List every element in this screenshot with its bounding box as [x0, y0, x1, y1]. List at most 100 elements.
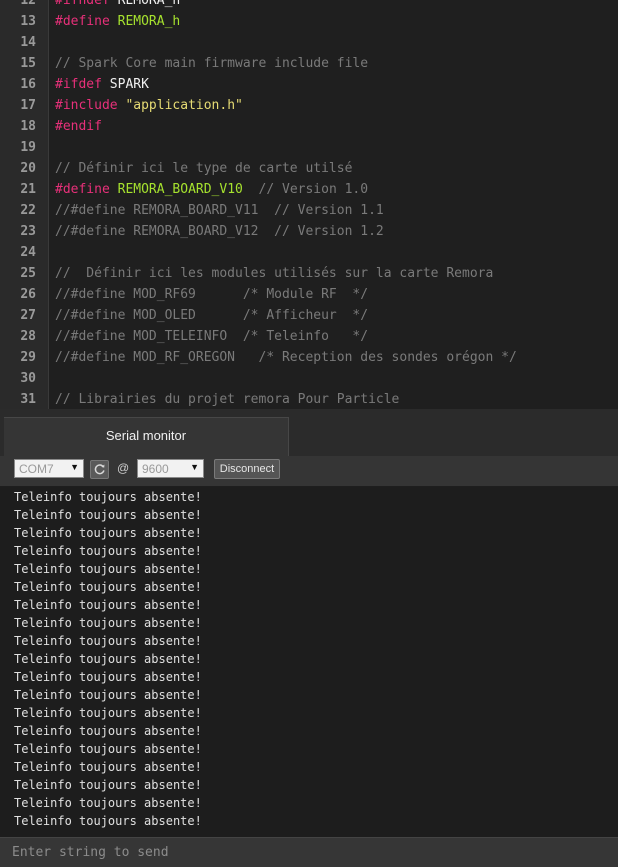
code-text: // Définir ici le type de carte utilsé [55, 158, 352, 179]
code-line: 29 //#define MOD_RF_OREGON /* Reception d… [0, 347, 618, 368]
code-text: // Définir ici les modules utilisés sur … [55, 263, 493, 284]
line-number: 26 [20, 287, 36, 302]
tab-strip: Serial monitor [0, 409, 618, 457]
code-text: //#define MOD_TELEINFO /* Teleinfo */ [55, 326, 368, 347]
output-line: Teleinfo toujours absente! [14, 706, 202, 720]
refresh-ports-button[interactable] [90, 460, 109, 479]
code-line: 19 [0, 137, 618, 158]
code-token: REMORA_h [117, 14, 181, 29]
line-number: 13 [20, 14, 36, 29]
send-string-input[interactable] [0, 837, 618, 867]
output-line: Teleinfo toujours absente! [14, 742, 202, 756]
code-editor[interactable]: 12 #ifndef REMORA_h 13 #define REMORA_h 14 15… [0, 0, 618, 409]
line-number: 25 [20, 266, 36, 281]
output-line: Teleinfo toujours absente! [14, 544, 202, 558]
output-line: Teleinfo toujours absente! [14, 670, 202, 684]
line-number: 31 [20, 392, 36, 407]
line-number: 14 [20, 35, 36, 50]
code-token: // Spark Core main firmware include file [55, 56, 369, 71]
code-token: //#define MOD_TELEINFO /* Teleinfo */ [55, 329, 369, 344]
port-select[interactable]: COM7 ▼ [14, 459, 84, 478]
port-value: COM7 [19, 462, 54, 476]
code-text: #ifdef SPARK [55, 74, 149, 95]
code-text: #endif [55, 116, 102, 137]
code-line: 20 // Définir ici le type de carte utilsé [0, 158, 618, 179]
code-token: // Version 1.0 [242, 182, 369, 197]
line-number: 18 [20, 119, 36, 134]
output-line: Teleinfo toujours absente! [14, 508, 202, 522]
code-line: 27 //#define MOD_OLED /* Afficheur */ [0, 305, 618, 326]
code-line: 13 #define REMORA_h [0, 11, 618, 32]
output-line: Teleinfo toujours absente! [14, 652, 202, 666]
code-line: 23 //#define REMORA_BOARD_V12 // Version … [0, 221, 618, 242]
serial-toolbar: COM7 ▼ @ 9600 ▼ Disconnect [0, 456, 618, 487]
dropdown-arrow-icon: ▼ [190, 462, 199, 472]
code-token: SPARK [101, 77, 149, 92]
code-token: // Librairies du projet remora Pour Part… [55, 392, 400, 407]
output-line: Teleinfo toujours absente! [14, 814, 202, 828]
baud-value: 9600 [142, 462, 169, 476]
code-line: 26 //#define MOD_RF69 /* Module RF */ [0, 284, 618, 305]
code-token: #ifndef [55, 0, 110, 8]
line-number: 19 [20, 140, 36, 155]
code-line: 24 [0, 242, 618, 263]
code-text: #ifndef REMORA_h [55, 0, 180, 11]
line-number: 22 [20, 203, 36, 218]
code-lines: 12 #ifndef REMORA_h 13 #define REMORA_h 14 15… [0, 0, 618, 409]
code-token: //#define MOD_RF69 /* Module RF */ [55, 287, 369, 302]
code-token: "application.h" [125, 98, 243, 113]
output-line: Teleinfo toujours absente! [14, 490, 202, 504]
line-number: 17 [20, 98, 36, 113]
code-line: 21 #define REMORA_BOARD_V10 // Version 1.… [0, 179, 618, 200]
code-line: 31 // Librairies du projet remora Pour Pa… [0, 389, 618, 409]
code-text: #define REMORA_BOARD_V10 // Version 1.0 [55, 179, 368, 200]
tab-serial-monitor[interactable]: Serial monitor [4, 417, 289, 457]
code-text: //#define MOD_OLED /* Afficheur */ [55, 305, 368, 326]
code-token: //#define REMORA_BOARD_V11 // Version 1.… [55, 203, 384, 218]
code-text: //#define MOD_RF_OREGON /* Reception des… [55, 347, 517, 368]
serial-monitor-panel: Serial monitor COM7 ▼ @ 9600 ▼ Disconnec… [0, 409, 618, 867]
code-token: //#define MOD_OLED /* Afficheur */ [55, 308, 369, 323]
output-line: Teleinfo toujours absente! [14, 562, 202, 576]
line-number: 28 [20, 329, 36, 344]
code-token: #endif [55, 119, 102, 134]
output-line: Teleinfo toujours absente! [14, 688, 202, 702]
code-line: 30 [0, 368, 618, 389]
serial-output[interactable]: Teleinfo toujours absente! Teleinfo toujo… [0, 487, 618, 837]
output-line: Teleinfo toujours absente! [14, 778, 202, 792]
output-line: Teleinfo toujours absente! [14, 598, 202, 612]
code-text: //#define REMORA_BOARD_V12 // Version 1.… [55, 221, 384, 242]
code-token: REMORA_h [117, 0, 181, 8]
code-line: 16 #ifdef SPARK [0, 74, 618, 95]
code-line: 25 // Définir ici les modules utilisés su… [0, 263, 618, 284]
output-line: Teleinfo toujours absente! [14, 634, 202, 648]
code-token: //#define MOD_RF_OREGON /* Reception des… [55, 350, 517, 365]
output-line: Teleinfo toujours absente! [14, 760, 202, 774]
code-line: 14 [0, 32, 618, 53]
code-token: #include [55, 98, 118, 113]
at-label: @ [117, 461, 130, 475]
code-text: //#define MOD_RF69 /* Module RF */ [55, 284, 368, 305]
dropdown-arrow-icon: ▼ [70, 462, 79, 472]
code-line: 22 //#define REMORA_BOARD_V11 // Version … [0, 200, 618, 221]
output-line: Teleinfo toujours absente! [14, 580, 202, 594]
output-line: Teleinfo toujours absente! [14, 796, 202, 810]
refresh-icon [94, 464, 105, 475]
code-text: //#define REMORA_BOARD_V11 // Version 1.… [55, 200, 384, 221]
code-text: // Librairies du projet remora Pour Part… [55, 389, 399, 409]
code-token: #define [55, 182, 110, 197]
baud-rate-select[interactable]: 9600 ▼ [137, 459, 204, 478]
code-token: #ifdef [55, 77, 102, 92]
code-token: //#define REMORA_BOARD_V12 // Version 1.… [55, 224, 384, 239]
line-number: 23 [20, 224, 36, 239]
tab-label: Serial monitor [105, 428, 187, 443]
code-line: 28 //#define MOD_TELEINFO /* Teleinfo */ [0, 326, 618, 347]
line-number: 16 [20, 77, 36, 92]
code-token: // Définir ici les modules utilisés sur … [55, 266, 494, 281]
output-line: Teleinfo toujours absente! [14, 616, 202, 630]
disconnect-button[interactable]: Disconnect [214, 459, 280, 479]
line-number: 12 [20, 0, 36, 8]
